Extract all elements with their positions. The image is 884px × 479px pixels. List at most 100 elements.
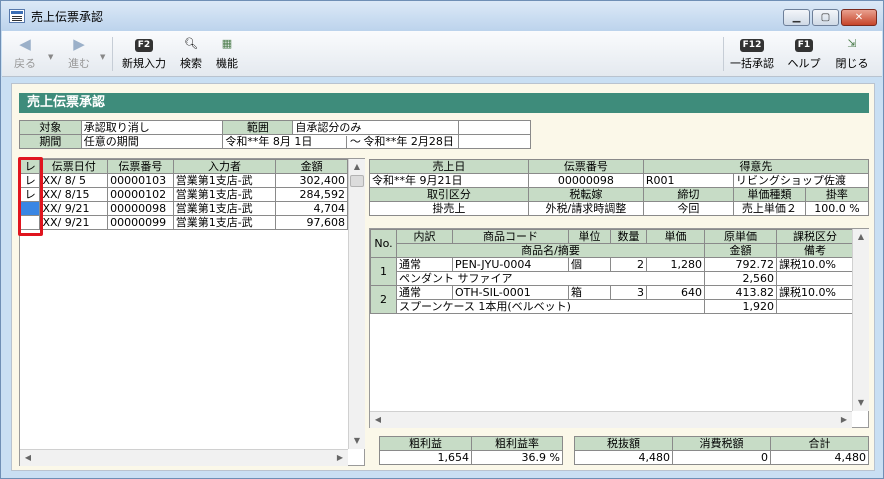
- row-date: XX/ 8/15: [39, 187, 109, 202]
- scroll-left-icon[interactable]: ◀: [370, 412, 386, 428]
- col-user[interactable]: 入力者: [172, 159, 277, 174]
- row-check[interactable]: レ: [19, 187, 41, 202]
- row-check[interactable]: [19, 201, 41, 216]
- row-slip-no: 00000098: [107, 201, 174, 216]
- bulk-approve-label: 一括承認: [730, 57, 774, 70]
- new-entry-button[interactable]: F2 新規入力: [118, 35, 170, 71]
- line-price: 1,280: [646, 257, 705, 272]
- row-date: XX/ 8/ 5: [39, 173, 109, 188]
- forward-button[interactable]: ▶ 進む: [62, 35, 96, 71]
- table-row[interactable]: レ XX/ 8/15 00000102 営業第1支店-武 284,592: [19, 187, 348, 202]
- table-row[interactable]: ペンダント サファイア 2,560: [371, 271, 854, 286]
- col-note: 備考: [776, 243, 854, 258]
- function-button[interactable]: ▦ 機能: [212, 35, 242, 71]
- list-vertical-scrollbar[interactable]: ▲ ▼: [348, 159, 365, 449]
- close-window-button[interactable]: ✕: [841, 9, 877, 26]
- line-amount: 2,560: [704, 271, 777, 286]
- row-user: 営業第1支店-武: [172, 173, 277, 188]
- table-row[interactable]: XX/ 9/21 00000099 営業第1支店-武 97,608: [19, 215, 348, 230]
- period-to[interactable]: 令和**年 2月28日: [363, 136, 454, 148]
- slip-no-label: 伝票番号: [527, 159, 644, 174]
- maximize-button[interactable]: ▢: [812, 9, 839, 26]
- title-bar: 売上伝票承認 ▁ ▢ ✕: [1, 1, 883, 31]
- range-label: 範囲: [222, 120, 294, 135]
- line-kind: 通常: [396, 257, 453, 272]
- f1-key-icon: F1: [794, 39, 814, 52]
- toolbar: ◀ 戻る ▼ ▶ 進む ▼ F2 新規入力 🔍︎ 検索 ▦ 機能 F12 一括承…: [2, 31, 882, 77]
- slip-no: 00000098: [527, 173, 644, 188]
- row-slip-no: 00000103: [107, 173, 174, 188]
- line-code: OTH-SIL-0001: [452, 285, 569, 300]
- line-cost: 792.72: [704, 257, 777, 272]
- customer-name: リビングショップ佐渡: [732, 173, 870, 188]
- row-user: 営業第1支店-武: [172, 187, 277, 202]
- col-qty: 数量: [610, 229, 647, 244]
- line-qty: 3: [610, 285, 647, 300]
- line-kind: 通常: [396, 285, 453, 300]
- forward-dropdown-icon[interactable]: ▼: [100, 53, 105, 61]
- search-button[interactable]: 🔍︎ 検索: [176, 35, 206, 71]
- period-range: 令和**年 8月 1日～令和**年 2月28日: [222, 134, 460, 149]
- scroll-up-icon[interactable]: ▲: [853, 229, 869, 245]
- close-button[interactable]: ⇲ 閉じる: [832, 35, 872, 71]
- back-button[interactable]: ◀ 戻る: [10, 35, 40, 71]
- detail-horizontal-scrollbar[interactable]: ◀ ▶: [370, 411, 852, 428]
- row-check[interactable]: レ: [19, 173, 41, 188]
- target-label: 対象: [19, 120, 82, 135]
- app-window: 売上伝票承認 ▁ ▢ ✕ ◀ 戻る ▼ ▶ 進む ▼ F2 新規入力 🔍︎ 検索…: [0, 0, 884, 479]
- back-dropdown-icon[interactable]: ▼: [48, 53, 53, 61]
- row-check[interactable]: [19, 215, 41, 230]
- forward-label: 進む: [68, 57, 90, 70]
- col-kind: 内訳: [396, 229, 453, 244]
- bulk-approve-button[interactable]: F12 一括承認: [726, 35, 778, 71]
- line-code: PEN-JYU-0004: [452, 257, 569, 272]
- line-name: ペンダント サファイア: [396, 271, 705, 286]
- line-no: 1: [370, 257, 397, 286]
- section-header: 売上伝票承認: [19, 93, 869, 113]
- detail-table: No. 内訳 商品コード 単位 数量 単価 原単価 課税区分 商品名/摘要 金額…: [370, 229, 854, 314]
- line-name: スプーンケース 1本用(ベルベット): [396, 299, 705, 314]
- line-tax-kind: 課税10.0%: [776, 285, 854, 300]
- scroll-left-icon[interactable]: ◀: [20, 450, 36, 466]
- scroll-down-icon[interactable]: ▼: [349, 433, 365, 449]
- col-slip-no[interactable]: 伝票番号: [107, 159, 174, 174]
- help-label: ヘルプ: [787, 57, 821, 70]
- col-check[interactable]: レ: [19, 159, 41, 174]
- row-slip-no: 00000102: [107, 187, 174, 202]
- table-row[interactable]: XX/ 9/21 00000098 営業第1支店-武 4,704: [19, 201, 348, 216]
- scroll-down-icon[interactable]: ▼: [853, 395, 869, 411]
- total-amount: 4,480: [770, 450, 869, 465]
- range-spacer: [458, 120, 531, 135]
- customer-code: R001: [642, 173, 734, 188]
- period-from[interactable]: 令和**年 8月 1日: [224, 135, 348, 148]
- exit-door-icon: ⇲: [847, 37, 857, 50]
- table-row[interactable]: 2 通常 OTH-SIL-0001 箱 3 640 413.82 課税10.0%: [370, 285, 854, 314]
- scroll-thumb[interactable]: [350, 175, 364, 187]
- scroll-up-icon[interactable]: ▲: [349, 159, 365, 175]
- col-date[interactable]: 伝票日付: [39, 159, 109, 174]
- detail-vertical-scrollbar[interactable]: ▲ ▼: [852, 229, 869, 411]
- minimize-button[interactable]: ▁: [783, 9, 810, 26]
- table-row[interactable]: 1 通常 PEN-JYU-0004 個 2 1,280 792.72 課税10.…: [370, 257, 854, 286]
- list-horizontal-scrollbar[interactable]: ◀ ▶: [20, 449, 348, 466]
- help-button[interactable]: F1 ヘルプ: [784, 35, 824, 71]
- total-label: 合計: [770, 436, 869, 451]
- target-value[interactable]: 承認取り消し: [80, 120, 224, 135]
- slip-header-table: 売上日 伝票番号 得意先 令和**年 9月21日 00000098 R001 リ…: [369, 159, 870, 216]
- price-type: 売上単価２: [732, 201, 806, 216]
- period-type[interactable]: 任意の期間: [80, 134, 224, 149]
- line-amount: 1,920: [704, 299, 777, 314]
- table-row[interactable]: レ XX/ 8/ 5 00000103 営業第1支店-武 302,400: [19, 173, 348, 188]
- col-price: 単価: [646, 229, 705, 244]
- scroll-right-icon[interactable]: ▶: [332, 450, 348, 466]
- search-icon: 🔍︎: [184, 37, 198, 50]
- line-cost: 413.82: [704, 285, 777, 300]
- col-amount[interactable]: 金額: [275, 159, 348, 174]
- table-row[interactable]: スプーンケース 1本用(ベルベット) 1,920: [371, 299, 854, 314]
- line-unit: 個: [568, 257, 611, 272]
- scroll-right-icon[interactable]: ▶: [836, 412, 852, 428]
- range-value[interactable]: 自承認分のみ: [292, 120, 460, 135]
- row-user: 営業第1支店-武: [172, 201, 277, 216]
- window-title: 売上伝票承認: [31, 10, 104, 24]
- col-line-no: No.: [370, 229, 397, 258]
